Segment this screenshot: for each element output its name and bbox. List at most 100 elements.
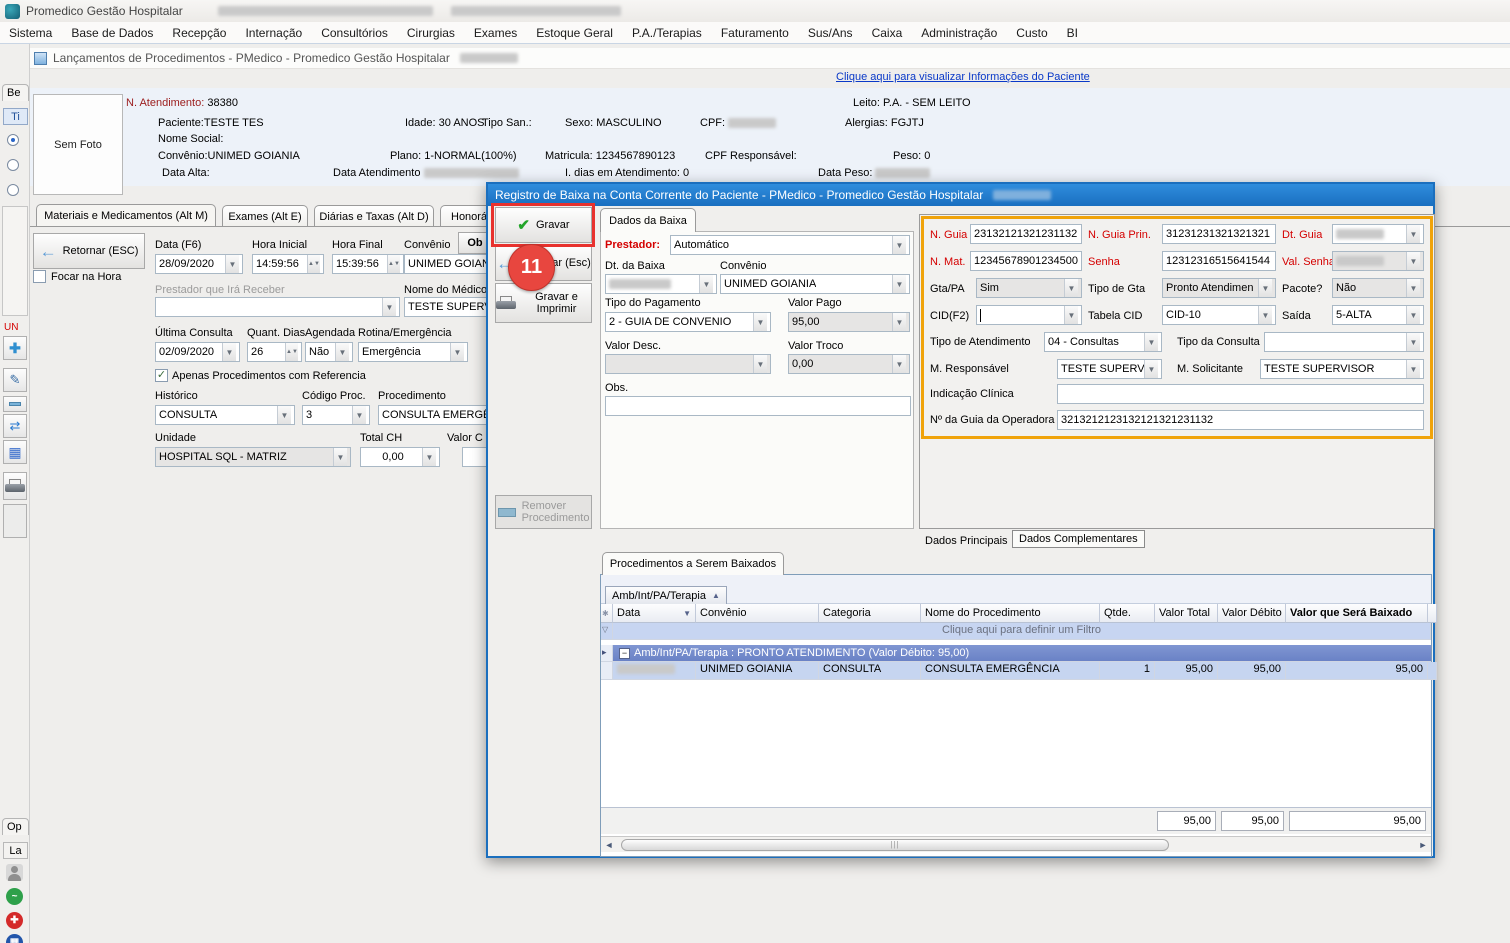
valor-desc-field[interactable]: ▼ (605, 354, 771, 374)
saida-field[interactable]: 5-ALTA▼ (1332, 305, 1424, 325)
sidebar-tab-be[interactable]: Be (2, 84, 29, 101)
remove-button[interactable] (3, 396, 27, 412)
filter-icon[interactable]: ▽ (601, 623, 613, 640)
cell-valor-baixado[interactable]: 95,00 (1286, 662, 1428, 680)
pacote-field[interactable]: Não▼ (1332, 278, 1424, 298)
n-mat-field[interactable]: 12345678901234500 (970, 251, 1082, 271)
cell-valor-total[interactable]: 95,00 (1155, 662, 1218, 680)
hora-final-field[interactable]: 15:39:56▲▼ (332, 254, 404, 274)
grid-group-button[interactable]: Amb/Int/PA/Terapia ▲ (605, 586, 727, 604)
print-button[interactable] (3, 472, 27, 500)
senha-field[interactable]: 12312316515641544 (1162, 251, 1276, 271)
grid-filter-row[interactable]: ▽ Clique aqui para definir um Filtro (601, 623, 1431, 640)
retornar-esc-button[interactable]: ← Retornar (ESC) (33, 233, 145, 269)
add-button[interactable]: ✚ (3, 336, 27, 360)
tab-dados-complementares[interactable]: Dados Complementares (1012, 530, 1145, 548)
dt-baixa-field[interactable]: ▼ (605, 274, 717, 294)
tabela-cid-field[interactable]: CID-10▼ (1162, 305, 1276, 325)
dlg-convenio-field[interactable]: UNIMED GOIANIA▼ (720, 274, 910, 294)
menu-base-de-dados[interactable]: Base de Dados (71, 26, 153, 40)
prestador-field[interactable]: Automático▼ (670, 235, 910, 255)
blank-tool-button[interactable] (3, 504, 27, 538)
historico-field[interactable]: CONSULTA▼ (155, 405, 295, 425)
n-guia-prin-field[interactable]: 31231231321321321 (1162, 224, 1276, 244)
menu-faturamento[interactable]: Faturamento (721, 26, 789, 40)
calculator-icon[interactable]: ▦ (6, 934, 23, 943)
unidade-field[interactable]: HOSPITAL SQL - MATRIZ▼ (155, 447, 351, 467)
gravar-imprimir-button[interactable]: Gravar e Imprimir (495, 283, 592, 323)
tipo-pagamento-field[interactable]: 2 - GUIA DE CONVENIO▼ (605, 312, 771, 332)
data-f6-field[interactable]: 28/09/2020▼ (155, 254, 243, 274)
sidebar-ti-header[interactable]: Ti (3, 108, 28, 125)
menu-sus-ans[interactable]: Sus/Ans (808, 26, 853, 40)
menu-recepcao[interactable]: Recepção (172, 26, 226, 40)
tipo-gta-field[interactable]: Pronto Atendimen▼ (1162, 278, 1276, 298)
dialog-titlebar[interactable]: Registro de Baixa na Conta Corrente do P… (488, 184, 1433, 206)
menu-sistema[interactable]: Sistema (9, 26, 52, 40)
quant-dias-field[interactable]: 26▲▼ (247, 342, 302, 362)
cid-field[interactable]: ▼ (976, 305, 1082, 325)
col-qtde[interactable]: Qtde. (1100, 604, 1155, 623)
valor-troco-field[interactable]: 0,00▼ (788, 354, 910, 374)
filter-row-text[interactable]: Clique aqui para definir um Filtro (613, 623, 1431, 640)
cell-qtde[interactable]: 1 (1100, 662, 1155, 680)
tab-procedimentos-baixados[interactable]: Procedimentos a Serem Baixados (602, 552, 784, 575)
menu-consultorios[interactable]: Consultórios (321, 26, 388, 40)
n-guia-field[interactable]: 23132121321231132 (970, 224, 1082, 244)
menu-bi[interactable]: BI (1067, 26, 1078, 40)
cell-valor-debito[interactable]: 95,00 (1218, 662, 1286, 680)
col-valor-total[interactable]: Valor Total (1155, 604, 1218, 623)
sidebar-tab-op[interactable]: Op (2, 818, 29, 835)
patient-avatar-icon[interactable] (6, 864, 23, 881)
tab-diarias-taxas[interactable]: Diárias e Taxas (Alt D) (314, 205, 434, 227)
col-data[interactable]: Data▼ (613, 604, 696, 623)
tipo-atendimento-field[interactable]: 04 - Consultas▼ (1044, 332, 1162, 352)
vitals-icon[interactable]: ~ (6, 888, 23, 905)
grid-data-row[interactable]: UNIMED GOIANIA CONSULTA CONSULTA EMERGÊN… (601, 662, 1431, 680)
hora-inicial-field[interactable]: 14:59:56▲▼ (252, 254, 324, 274)
menu-pa-terapias[interactable]: P.A./Terapias (632, 26, 702, 40)
menu-administracao[interactable]: Administração (921, 26, 997, 40)
grid-group-row[interactable]: ▸ − Amb/Int/PA/Terapia : PRONTO ATENDIME… (601, 645, 1431, 662)
prestador-receber-field[interactable]: ▼ (155, 297, 400, 317)
obs-field[interactable] (605, 396, 911, 416)
collapse-icon[interactable]: − (619, 648, 630, 659)
rotina-emergencia-field[interactable]: Emergência▼ (358, 342, 468, 362)
sidebar-radio-2[interactable] (7, 159, 19, 171)
menu-custo[interactable]: Custo (1016, 26, 1047, 40)
menu-estoque-geral[interactable]: Estoque Geral (536, 26, 613, 40)
tab-dados-da-baixa[interactable]: Dados da Baixa (600, 208, 696, 232)
cell-nome-procedimento[interactable]: CONSULTA EMERGÊNCIA (921, 662, 1100, 680)
sidebar-la-header[interactable]: La (3, 842, 28, 859)
valor-pago-field[interactable]: 95,00▼ (788, 312, 910, 332)
val-senha-field[interactable]: ▼ (1332, 251, 1424, 271)
scroll-thumb[interactable]: ||| (621, 839, 1169, 851)
indicacao-clinica-field[interactable] (1057, 384, 1424, 404)
dt-guia-field[interactable]: ▼ (1332, 224, 1424, 244)
col-nome-procedimento[interactable]: Nome do Procedimento (921, 604, 1100, 623)
col-categoria[interactable]: Categoria (819, 604, 921, 623)
convenio-field[interactable]: UNIMED GOIANIA (404, 254, 494, 274)
grid-button[interactable]: ▦ (3, 440, 27, 464)
ultima-consulta-field[interactable]: 02/09/2020▼ (155, 342, 240, 362)
group-row-content[interactable]: − Amb/Int/PA/Terapia : PRONTO ATENDIMENT… (613, 645, 1431, 662)
grid-indicator-header[interactable]: ✱ (601, 604, 613, 623)
col-valor-debito[interactable]: Valor Débito (1218, 604, 1286, 623)
gravar-button[interactable]: ✔ Gravar (495, 207, 592, 243)
menu-cirurgias[interactable]: Cirurgias (407, 26, 455, 40)
procedimento-field[interactable]: CONSULTA EMERGÊN (378, 405, 490, 425)
gta-pa-field[interactable]: Sim▼ (976, 278, 1082, 298)
apenas-referencia-checkbox[interactable]: ✓ (155, 369, 168, 382)
total-ch-field[interactable]: 0,00▼ (360, 447, 440, 467)
codigo-proc-field[interactable]: 3▼ (302, 405, 370, 425)
cell-categoria[interactable]: CONSULTA (819, 662, 921, 680)
grid-horizontal-scrollbar[interactable]: ◄ ||| ► (601, 836, 1431, 852)
m-responsavel-field[interactable]: TESTE SUPERVIS▼ (1057, 359, 1162, 379)
patient-info-link[interactable]: Clique aqui para visualizar Informações … (836, 71, 1090, 83)
nome-medico-field[interactable]: TESTE SUPERVIS (404, 297, 494, 317)
tab-honorarios[interactable]: Honorá (440, 205, 492, 227)
scroll-right-icon[interactable]: ► (1415, 840, 1431, 850)
sidebar-radio-3[interactable] (7, 184, 19, 196)
col-valor-baixado[interactable]: Valor que Será Baixado (1286, 604, 1428, 623)
n-guia-operadora-field[interactable]: 3213212123132121321231132 (1057, 410, 1424, 430)
